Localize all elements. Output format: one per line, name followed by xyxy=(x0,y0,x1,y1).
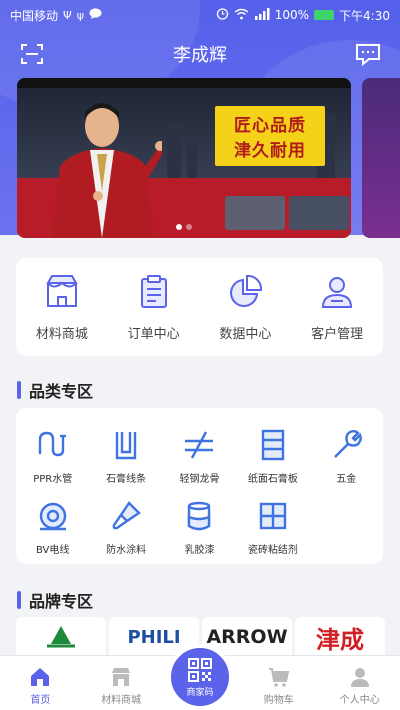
function-menu-card: 材料商城 订单中心 数据中心 客户管理 xyxy=(16,258,383,356)
scan-icon xyxy=(21,44,43,64)
section-title-bar xyxy=(17,381,21,399)
scan-button[interactable] xyxy=(18,40,46,68)
category-label: 纸面石膏板 xyxy=(247,474,298,485)
category-item-bv-wire[interactable]: BV电线 xyxy=(16,499,89,556)
page-title: 李成辉 xyxy=(173,45,227,66)
nav-label: 个人中心 xyxy=(339,695,380,706)
category-label: PPR水管 xyxy=(33,474,73,485)
menu-item-customer-management[interactable]: 客户管理 xyxy=(297,273,377,342)
category-item-hardware[interactable]: 五金 xyxy=(310,428,383,485)
cart-icon xyxy=(268,668,290,687)
section-title-bar xyxy=(17,591,21,609)
title-bar: 李成辉 xyxy=(0,32,400,76)
paint-bucket-icon xyxy=(188,501,211,531)
clipboard-icon xyxy=(140,274,167,308)
gypsum-board-icon xyxy=(261,429,285,461)
category-label: 乳胶漆 xyxy=(184,545,215,556)
category-item-latex-paint[interactable]: 乳胶漆 xyxy=(163,499,236,556)
category-label: 防水涂料 xyxy=(106,545,147,556)
alarm-icon xyxy=(216,7,229,23)
steel-keel-icon xyxy=(185,431,214,459)
menu-item-order-center[interactable]: 订单中心 xyxy=(114,273,194,342)
nav-home[interactable]: 首页 xyxy=(5,666,75,706)
brand-section-title: 品牌专区 xyxy=(29,592,94,611)
category-item-waterproof-coating[interactable]: 防水涂料 xyxy=(89,499,162,556)
pagination-dot[interactable] xyxy=(176,224,182,230)
pagination-dot[interactable] xyxy=(186,224,192,230)
slogan-line-1: 匠心品质 xyxy=(234,116,306,136)
brand-logo-icon xyxy=(47,626,75,648)
message-icon xyxy=(356,44,380,66)
spokesperson-image xyxy=(52,103,162,238)
pie-chart-icon xyxy=(230,274,263,307)
qr-code-icon xyxy=(188,657,212,682)
menu-item-label: 客户管理 xyxy=(311,326,364,342)
store-icon xyxy=(46,274,78,307)
nav-label: 首页 xyxy=(30,695,51,706)
promo-banner[interactable]: 匠心品质 津久耐用 xyxy=(17,78,351,238)
menu-item-material-mall[interactable]: 材料商城 xyxy=(22,273,102,342)
category-item-gypsum-line[interactable]: 石膏线条 xyxy=(89,428,162,485)
brand-section-header: 品牌专区 xyxy=(17,588,93,612)
menu-item-data-center[interactable]: 数据中心 xyxy=(205,273,285,342)
brush-icon xyxy=(112,501,141,530)
home-icon xyxy=(31,668,50,686)
signal-icon xyxy=(254,7,270,23)
gypsum-line-icon xyxy=(115,432,137,460)
user-icon xyxy=(322,276,353,308)
tile-icon xyxy=(259,502,287,530)
banner-pagination xyxy=(17,224,351,230)
clock: 下午4:30 xyxy=(339,8,390,23)
category-label: BV电线 xyxy=(35,545,70,556)
brand-logo-text: PHILI xyxy=(127,626,181,648)
category-item-tile-adhesive[interactable]: 瓷砖粘结剂 xyxy=(236,499,309,556)
category-label: 石膏线条 xyxy=(106,474,147,485)
usb-debug-icon: ψ xyxy=(76,8,84,22)
category-label: 瓷砖粘结剂 xyxy=(247,545,298,556)
battery-icon xyxy=(314,10,335,20)
nav-profile[interactable]: 个人中心 xyxy=(325,666,395,706)
pipe-icon xyxy=(38,431,66,457)
menu-item-label: 数据中心 xyxy=(219,326,272,342)
banner-brand-bar xyxy=(17,78,351,88)
menu-item-label: 材料商城 xyxy=(35,326,88,342)
category-item-gypsum-board[interactable]: 纸面石膏板 xyxy=(236,428,309,485)
status-bar: 中国移动 Ψ ψ 100% 下午4:30 xyxy=(0,0,400,30)
category-section-header: 品类专区 xyxy=(17,378,93,402)
store-icon xyxy=(112,668,131,686)
nav-material-mall[interactable]: 材料商城 xyxy=(86,666,156,706)
category-label: 轻钢龙骨 xyxy=(179,474,220,485)
brand-logo-text: ARROW xyxy=(206,626,288,648)
usb-icon: Ψ xyxy=(63,8,72,22)
slogan-line-2: 津久耐用 xyxy=(234,141,306,161)
brand-tile[interactable] xyxy=(16,617,106,657)
message-button[interactable] xyxy=(354,40,382,68)
menu-item-label: 订单中心 xyxy=(127,326,180,342)
wifi-icon xyxy=(234,8,249,23)
category-card: PPR水管 石膏线条 轻钢龙骨 纸面石膏板 五金 BV电线 防水涂料 乳胶漆 瓷… xyxy=(16,408,383,564)
chat-icon xyxy=(89,7,102,23)
wire-icon xyxy=(39,502,66,531)
merchant-code-button[interactable]: 商家码 xyxy=(167,644,233,710)
battery-label: 100% xyxy=(274,8,310,22)
category-section-title: 品类专区 xyxy=(29,382,94,401)
next-banner-preview[interactable] xyxy=(362,78,400,238)
nav-label: 商家码 xyxy=(186,687,214,698)
wrench-icon xyxy=(334,430,363,458)
nav-label: 材料商城 xyxy=(101,695,142,706)
profile-icon xyxy=(350,668,369,687)
brand-tile[interactable]: 津成 xyxy=(295,617,385,657)
banner-slogan: 匠心品质 津久耐用 xyxy=(215,106,325,166)
brand-logo-text: 津成 xyxy=(316,625,364,654)
category-item-light-steel-keel[interactable]: 轻钢龙骨 xyxy=(163,428,236,485)
category-item-ppr-pipe[interactable]: PPR水管 xyxy=(16,428,89,485)
carrier-label: 中国移动 xyxy=(10,8,59,23)
category-label: 五金 xyxy=(336,474,357,485)
nav-cart[interactable]: 购物车 xyxy=(244,666,314,706)
nav-label: 购物车 xyxy=(263,695,294,706)
